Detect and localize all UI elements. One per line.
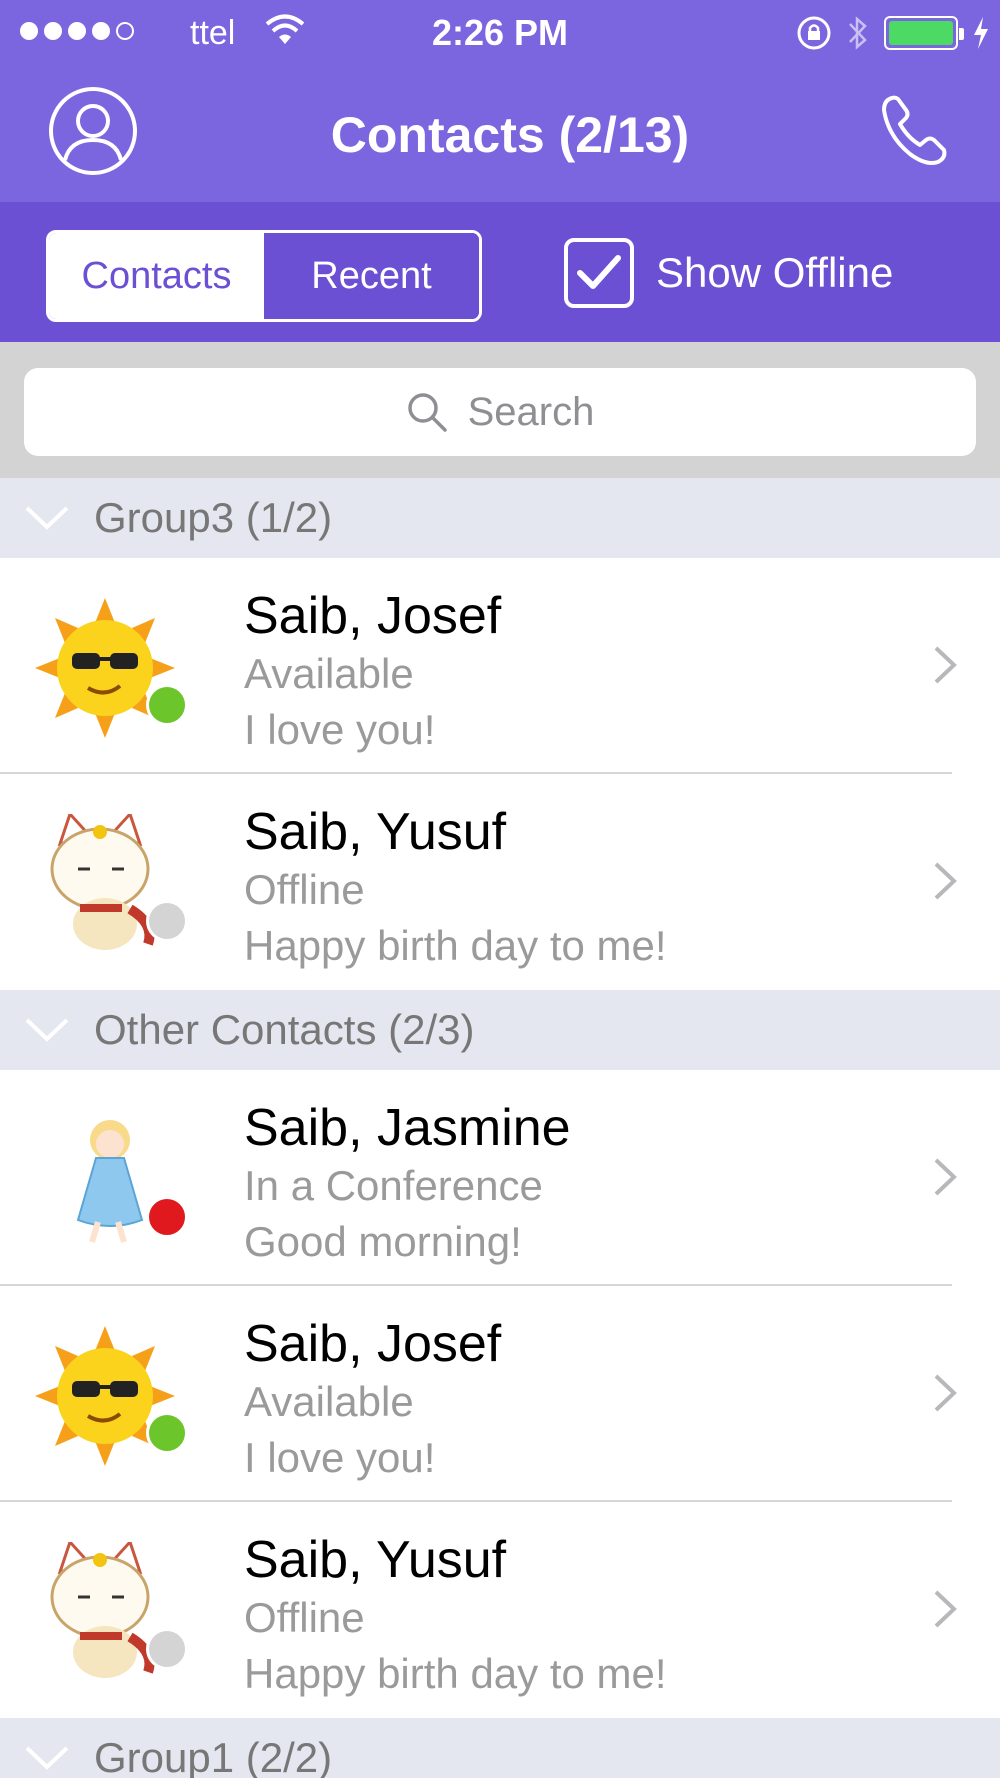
phone-icon[interactable] (878, 92, 954, 168)
group-title: Group1 (2/2) (94, 1734, 333, 1778)
contact-name: Saib, Jasmine (244, 1099, 571, 1157)
status-bar: ttel 2:26 PM (0, 0, 1000, 70)
contact-name: Saib, Yusuf (244, 1531, 507, 1589)
contacts-recent-segment: Contacts Recent (46, 230, 482, 322)
page-title: Contacts (2/13) (330, 107, 690, 163)
contact-status: Available (244, 650, 414, 697)
presence-indicator (146, 1412, 188, 1454)
show-offline-label: Show Offline (656, 249, 894, 296)
contact-message: Happy birth day to me! (244, 1650, 667, 1697)
filter-bar: Contacts Recent Show Offline (0, 202, 1000, 342)
segment-recent[interactable]: Recent (264, 233, 479, 319)
checkmark-icon (577, 255, 621, 289)
chevron-right-icon (934, 1590, 957, 1628)
chevron-down-icon (25, 1746, 69, 1770)
presence-indicator (146, 1196, 188, 1238)
contact-list: Group3 (1/2) Saib, Josef Available I lov… (0, 478, 1000, 1778)
list-item[interactable]: Saib, Yusuf Offline Happy birth day to m… (0, 774, 1000, 990)
list-item[interactable]: Saib, Josef Available I love you! (0, 558, 1000, 774)
presence-indicator (146, 684, 188, 726)
contact-status: Available (244, 1378, 414, 1425)
segment-contacts[interactable]: Contacts (49, 233, 264, 319)
group-title: Group3 (1/2) (94, 494, 333, 541)
search-placeholder: Search (467, 389, 595, 434)
search-bar: Search (0, 342, 1000, 478)
group-title: Other Contacts (2/3) (94, 1006, 475, 1053)
contact-name: Saib, Josef (244, 1315, 502, 1373)
contact-status: In a Conference (244, 1162, 543, 1209)
chevron-right-icon (934, 1374, 957, 1412)
presence-indicator (146, 900, 188, 942)
contact-name: Saib, Yusuf (244, 803, 507, 861)
group-header[interactable]: Group3 (1/2) (0, 478, 1000, 558)
search-input[interactable]: Search (24, 368, 976, 456)
list-item[interactable]: Saib, Jasmine In a Conference Good morni… (0, 1070, 1000, 1286)
contact-message: Good morning! (244, 1218, 522, 1265)
top-bar: ttel 2:26 PM Contacts (2/13) (0, 0, 1000, 202)
charging-icon (974, 17, 988, 49)
contact-name: Saib, Josef (244, 587, 502, 645)
chevron-down-icon (25, 506, 69, 530)
contact-message: I love you! (244, 1434, 436, 1481)
contact-message: I love you! (244, 706, 436, 753)
contact-status: Offline (244, 866, 365, 913)
chevron-right-icon (934, 1158, 957, 1196)
bluetooth-icon (849, 16, 867, 50)
show-offline-toggle[interactable]: Show Offline (564, 238, 893, 308)
list-item[interactable]: Saib, Yusuf Offline Happy birth day to m… (0, 1502, 1000, 1718)
chevron-right-icon (934, 862, 957, 900)
search-icon (407, 393, 447, 432)
group-header[interactable]: Other Contacts (2/3) (0, 990, 1000, 1070)
list-item[interactable]: Saib, Josef Available I love you! (0, 1286, 1000, 1502)
navigation-bar: Contacts (2/13) (0, 70, 1000, 202)
rotation-lock-icon (797, 16, 831, 50)
group-header[interactable]: Group1 (2/2) (0, 1718, 1000, 1778)
chevron-right-icon (934, 646, 957, 684)
chevron-down-icon (25, 1018, 69, 1042)
show-offline-checkbox[interactable] (564, 238, 634, 308)
contact-status: Offline (244, 1594, 365, 1641)
battery-icon (884, 16, 964, 50)
presence-indicator (146, 1628, 188, 1670)
contact-message: Happy birth day to me! (244, 922, 667, 969)
